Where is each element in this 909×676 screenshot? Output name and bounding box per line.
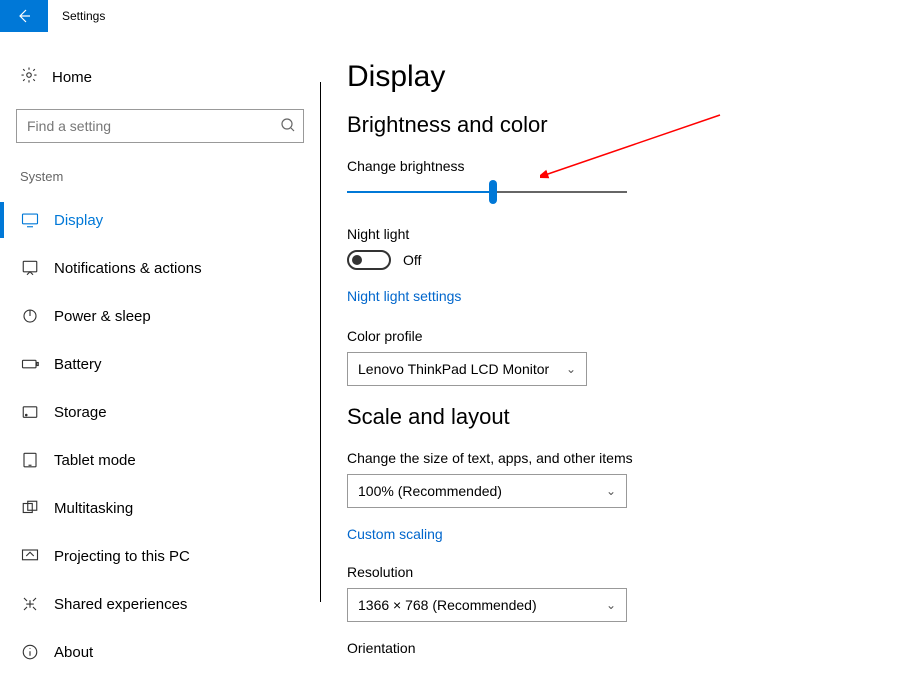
resolution-select[interactable]: 1366 × 768 (Recommended) ⌄: [347, 588, 627, 622]
sidebar-item-label: Battery: [54, 356, 102, 373]
sidebar-item-about[interactable]: About: [0, 628, 320, 676]
sidebar-item-label: Shared experiences: [54, 596, 187, 613]
color-profile-select[interactable]: Lenovo ThinkPad LCD Monitor ⌄: [347, 352, 587, 386]
main-content: Display Brightness and color Change brig…: [321, 32, 909, 676]
sidebar-item-label: Power & sleep: [54, 308, 151, 325]
back-button[interactable]: [0, 0, 48, 32]
sidebar-item-notifications[interactable]: Notifications & actions: [0, 244, 320, 292]
projecting-icon: [20, 547, 40, 565]
orientation-label: Orientation: [347, 640, 909, 656]
chevron-down-icon: ⌄: [606, 484, 616, 498]
titlebar: Settings: [0, 0, 909, 32]
chevron-down-icon: ⌄: [566, 362, 576, 376]
sidebar-item-label: Display: [54, 212, 103, 229]
sidebar-item-label: Storage: [54, 404, 107, 421]
slider-rest: [493, 191, 627, 193]
sidebar-item-display[interactable]: Display: [0, 196, 320, 244]
night-light-settings-link[interactable]: Night light settings: [347, 288, 461, 304]
scale-label: Change the size of text, apps, and other…: [347, 450, 909, 466]
sidebar-section-header: System: [0, 165, 320, 196]
power-icon: [20, 307, 40, 325]
sidebar-item-projecting[interactable]: Projecting to this PC: [0, 532, 320, 580]
sidebar-item-multitasking[interactable]: Multitasking: [0, 484, 320, 532]
custom-scaling-link[interactable]: Custom scaling: [347, 526, 443, 542]
sidebar-item-label: Notifications & actions: [54, 260, 202, 277]
about-icon: [20, 643, 40, 661]
sidebar-item-label: About: [54, 644, 93, 661]
sidebar-home[interactable]: Home: [0, 56, 320, 99]
battery-icon: [20, 355, 40, 373]
shared-icon: [20, 595, 40, 613]
night-light-toggle-state: Off: [403, 252, 421, 268]
sidebar-item-power[interactable]: Power & sleep: [0, 292, 320, 340]
color-profile-value: Lenovo ThinkPad LCD Monitor: [358, 361, 549, 377]
brightness-slider[interactable]: [347, 182, 627, 202]
night-light-toggle[interactable]: [347, 250, 391, 270]
slider-fill: [347, 191, 493, 193]
night-light-label: Night light: [347, 226, 909, 242]
page-title: Display: [347, 60, 909, 94]
sidebar-item-shared-experiences[interactable]: Shared experiences: [0, 580, 320, 628]
brightness-section-heading: Brightness and color: [347, 112, 909, 138]
sidebar-item-battery[interactable]: Battery: [0, 340, 320, 388]
gear-icon: [20, 66, 40, 89]
scale-select[interactable]: 100% (Recommended) ⌄: [347, 474, 627, 508]
chevron-down-icon: ⌄: [606, 598, 616, 612]
color-profile-label: Color profile: [347, 328, 909, 344]
tablet-icon: [20, 451, 40, 469]
scale-section-heading: Scale and layout: [347, 404, 909, 430]
toggle-knob: [352, 255, 362, 265]
sidebar: Home System Display Notifications & acti…: [0, 32, 320, 676]
search-field-container: [16, 109, 304, 143]
window-title: Settings: [48, 9, 105, 23]
resolution-label: Resolution: [347, 564, 909, 580]
back-arrow-icon: [16, 8, 32, 24]
notifications-icon: [20, 259, 40, 277]
sidebar-item-tablet-mode[interactable]: Tablet mode: [0, 436, 320, 484]
sidebar-item-label: Tablet mode: [54, 452, 136, 469]
sidebar-item-label: Projecting to this PC: [54, 548, 190, 565]
sidebar-item-storage[interactable]: Storage: [0, 388, 320, 436]
scale-value: 100% (Recommended): [358, 483, 502, 499]
sidebar-item-label: Multitasking: [54, 500, 133, 517]
resolution-value: 1366 × 768 (Recommended): [358, 597, 537, 613]
brightness-label: Change brightness: [347, 158, 909, 174]
slider-thumb[interactable]: [489, 180, 497, 204]
search-input[interactable]: [16, 109, 304, 143]
sidebar-home-label: Home: [52, 69, 92, 86]
display-icon: [20, 211, 40, 229]
storage-icon: [20, 403, 40, 421]
multitasking-icon: [20, 499, 40, 517]
